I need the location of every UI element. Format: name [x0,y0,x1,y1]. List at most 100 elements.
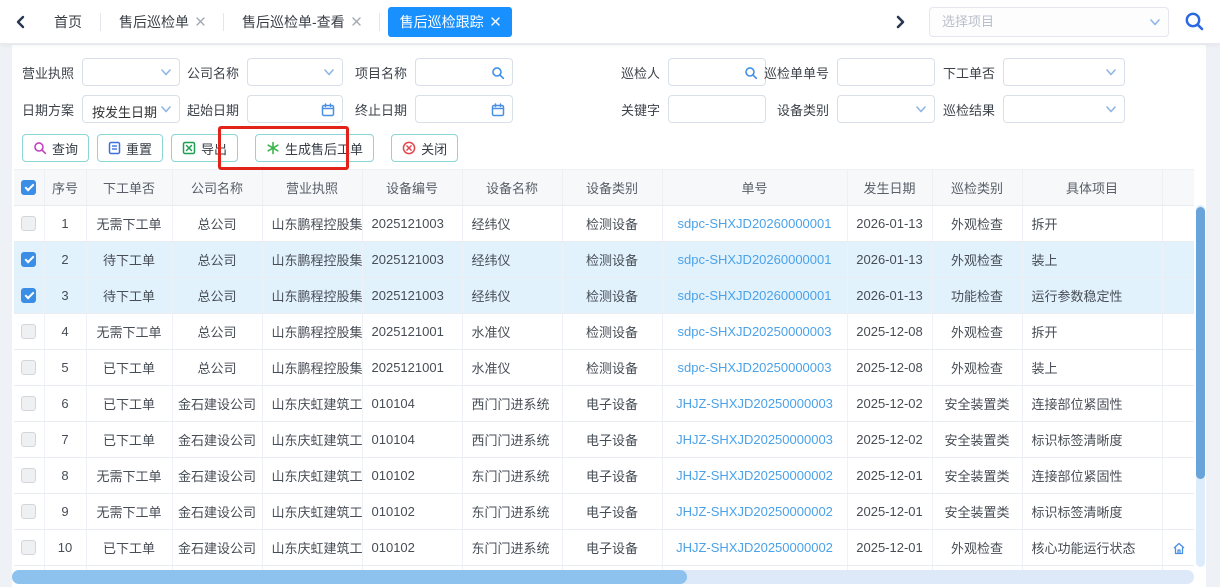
cell-specific-item: 拆开 [1022,314,1162,350]
cell-device-type: 电子设备 [562,530,662,566]
sparkle-icon [266,141,280,155]
table-row: 5已下工单总公司山东鹏程控股集团有2025121001水准仪检测设备sdpc-S… [14,350,1194,386]
select-all-checkbox[interactable] [21,180,36,195]
row-checkbox[interactable] [21,252,36,267]
horizontal-scrollbar[interactable] [12,570,1194,584]
cell-order-no: JHJZ-SHXJD20250000002 [662,458,847,494]
cell-seq: 9 [44,494,86,530]
tab-label: 售后巡检单 [119,12,189,32]
vertical-scrollbar-thumb[interactable] [1196,207,1205,479]
cell-work-order-status: 待下工单 [86,278,172,314]
close-button[interactable]: 关闭 [391,134,458,162]
row-checkbox[interactable] [21,360,36,375]
query-button[interactable]: 查询 [22,134,89,162]
tab-divider [223,13,224,31]
export-button[interactable]: 导出 [171,134,238,162]
tab-close-icon[interactable] [491,17,500,26]
cell-device-type: 检测设备 [562,350,662,386]
cell-overflow [1162,206,1194,242]
filter-group-inspection-result: 巡检结果 [924,95,1125,123]
row-checkbox[interactable] [21,540,36,555]
reset-button[interactable]: 重置 [97,134,163,162]
cell-overflow [1162,242,1194,278]
table-row: 7已下工单金石建设公司山东庆虹建筑工程有010104西门门进系统电子设备JHJZ… [14,422,1194,458]
tab-list: 首页 售后巡检单 售后巡检单-查看售后巡检跟踪 [44,7,512,37]
horizontal-scrollbar-thumb[interactable] [12,570,687,584]
cell-device-name: 水准仪 [462,314,562,350]
cell-occur-date: 2026-01-13 [847,242,932,278]
order-no-link[interactable]: JHJZ-SHXJD20250000003 [676,396,833,411]
cell-device-type: 电子设备 [562,422,662,458]
row-checkbox[interactable] [21,288,36,303]
vertical-scrollbar[interactable] [1196,205,1205,567]
cell-order-no: JHJZ-SHXJD20250000002 [662,494,847,530]
tab-divider [379,13,380,31]
company-name-select[interactable] [247,58,343,86]
data-table: 序号下工单否公司名称营业执照设备编号设备名称设备类别单号发生日期巡检类别具体项目… [14,169,1194,570]
project-select-input[interactable] [929,7,1169,37]
order-no-link[interactable]: sdpc-SHXJD20260000001 [678,288,832,303]
row-checkbox[interactable] [21,216,36,231]
row-checkbox[interactable] [21,396,36,411]
order-no-link[interactable]: sdpc-SHXJD20260000001 [678,252,832,267]
cell-seq: 1 [44,206,86,242]
global-search-icon[interactable] [1183,10,1206,33]
inspection-result-select[interactable] [1003,95,1125,123]
order-no-link[interactable]: sdpc-SHXJD20250000003 [678,360,832,375]
button-label: 导出 [201,139,227,158]
tabs-back-icon[interactable] [14,15,28,29]
tab-close-icon[interactable] [196,17,205,26]
device-type-select[interactable] [837,95,935,123]
cell-work-order-status: 已下工单 [86,422,172,458]
row-checkbox[interactable] [21,468,36,483]
tab-item-2[interactable]: 售后巡检单-查看 [232,7,371,37]
cell-device-name: 东门门进系统 [462,494,562,530]
cell-business-license: 山东庆虹建筑工程有 [262,530,362,566]
order-no-link[interactable]: sdpc-SHXJD20260000001 [678,216,832,231]
order-no-link[interactable]: JHJZ-SHXJD20250000003 [676,432,833,447]
cell-seq: 5 [44,350,86,386]
cell-company-name: 金石建设公司 [172,530,262,566]
order-no-link[interactable]: JHJZ-SHXJD20250000002 [676,468,833,483]
date-scheme-select[interactable]: 按发生日期 [82,95,180,123]
cell-business-license: 山东鹏程控股集团有 [262,278,362,314]
project-select[interactable] [929,7,1169,37]
order-no-link[interactable]: JHJZ-SHXJD20250000002 [676,504,833,519]
column-header-business-license: 营业执照 [262,170,362,206]
tab-item-1[interactable]: 售后巡检单 [109,7,215,37]
work-order-flag-select[interactable] [1003,58,1125,86]
cell-company-name: 总公司 [172,314,262,350]
table-row: 8无需下工单金石建设公司山东庆虹建筑工程有010102东门门进系统电子设备JHJ… [14,458,1194,494]
filter-label-inspector: 巡检人 [610,63,660,82]
cell-company-name: 总公司 [172,278,262,314]
column-header-inspection-type: 巡检类别 [932,170,1022,206]
filter-group-inspection-order-no: 巡检单单号 [747,58,935,86]
cell-work-order-status: 已下工单 [86,386,172,422]
cell-occur-date: 2025-12-02 [847,386,932,422]
order-no-link[interactable]: sdpc-SHXJD20250000003 [678,324,832,339]
start-date-input[interactable] [247,95,343,123]
business-license-select[interactable] [82,58,180,86]
row-checkbox[interactable] [21,324,36,339]
tabs-forward-icon[interactable] [893,15,907,29]
cell-specific-item: 连接部位紧固性 [1022,458,1162,494]
filter-label-project-name: 项目名称 [350,63,407,82]
close-circle-icon [402,141,416,155]
cell-device-type: 电子设备 [562,386,662,422]
generate-work-order-button[interactable]: 生成售后工单 [255,134,374,162]
row-checkbox[interactable] [21,432,36,447]
button-label: 查询 [52,139,78,158]
cell-business-license: 山东鹏程控股集团有 [262,350,362,386]
filter-label-start-date: 起始日期 [180,100,239,119]
attachment-house-icon[interactable] [1172,542,1186,555]
tab-item-3[interactable]: 售后巡检跟踪 [388,7,512,37]
project-name-input[interactable] [415,58,513,86]
tab-home[interactable]: 首页 [44,7,92,37]
row-checkbox[interactable] [21,504,36,519]
cell-device-no: 010102 [362,494,462,530]
order-no-link[interactable]: JHJZ-SHXJD20250000002 [676,540,833,555]
end-date-input[interactable] [415,95,513,123]
column-header-seq: 序号 [44,170,86,206]
inspection-order-no-input[interactable] [837,58,935,86]
tab-close-icon[interactable] [352,17,361,26]
